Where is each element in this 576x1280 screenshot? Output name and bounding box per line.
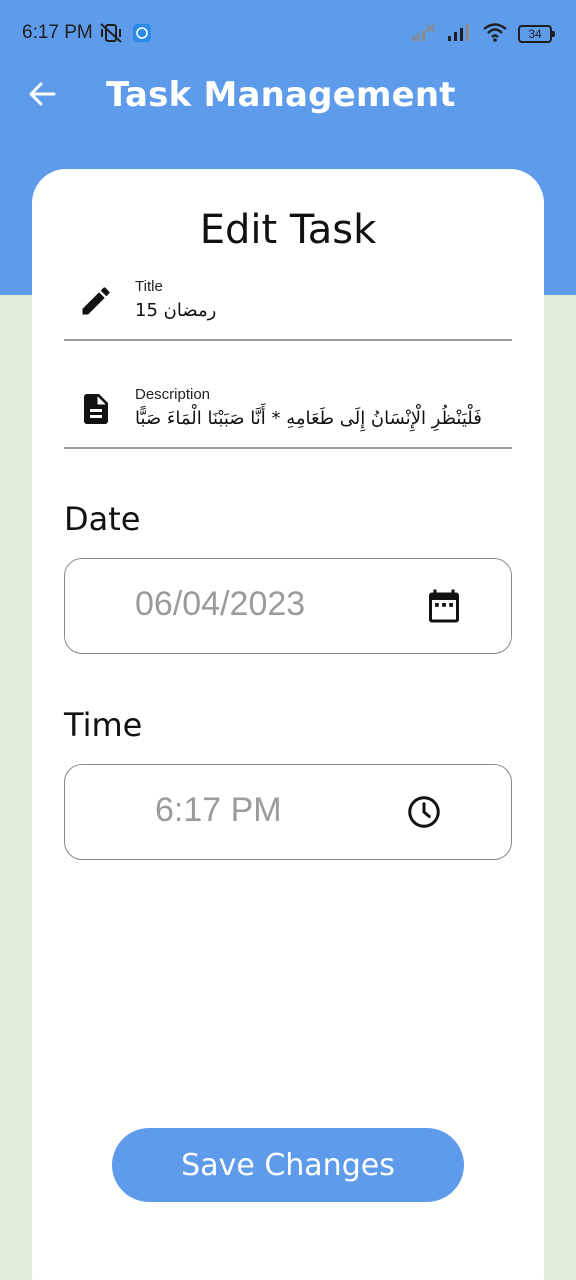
- pencil-icon: [78, 283, 114, 319]
- status-right-icons: 34: [410, 22, 555, 46]
- status-time: 6:17 PM: [22, 22, 93, 43]
- status-left-icons: [98, 21, 152, 49]
- clock-icon[interactable]: [406, 794, 442, 830]
- document-icon: [78, 391, 114, 427]
- title-field[interactable]: Title رمضان 15: [64, 269, 512, 341]
- date-value: 06/04/2023: [135, 585, 306, 623]
- description-field-label: Description: [135, 386, 211, 403]
- title-field-value[interactable]: رمضان 15: [135, 300, 216, 321]
- back-button[interactable]: [22, 76, 62, 116]
- title-field-label: Title: [135, 278, 163, 295]
- signal-x-icon: [410, 22, 436, 46]
- arrow-left-icon: [27, 79, 57, 113]
- description-field[interactable]: Description فَلْيَنْظُرِ الْإِنْسَانُ إِ…: [64, 377, 512, 449]
- description-field-value[interactable]: فَلْيَنْظُرِ الْإِنْسَانُ إِلَى طَعَامِه…: [135, 408, 482, 429]
- app-title: Task Management: [106, 75, 456, 115]
- edit-task-card: Edit Task Title رمضان 15 Description فَل…: [32, 169, 544, 1280]
- wifi-icon: [482, 22, 508, 46]
- date-picker[interactable]: 06/04/2023: [64, 558, 512, 654]
- time-picker[interactable]: 6:17 PM: [64, 764, 512, 860]
- date-label: Date: [64, 500, 141, 538]
- vpn-app-icon: [132, 23, 152, 47]
- app-bar: Task Management: [0, 60, 576, 132]
- card-heading: Edit Task: [199, 207, 377, 253]
- battery-icon: 34: [518, 25, 555, 43]
- time-value: 6:17 PM: [155, 791, 282, 829]
- time-label: Time: [64, 706, 143, 744]
- save-changes-button[interactable]: Save Changes: [112, 1128, 464, 1202]
- calendar-icon[interactable]: [426, 588, 462, 624]
- mute-vibrate-icon: [98, 21, 124, 49]
- signal-icon: [446, 22, 472, 46]
